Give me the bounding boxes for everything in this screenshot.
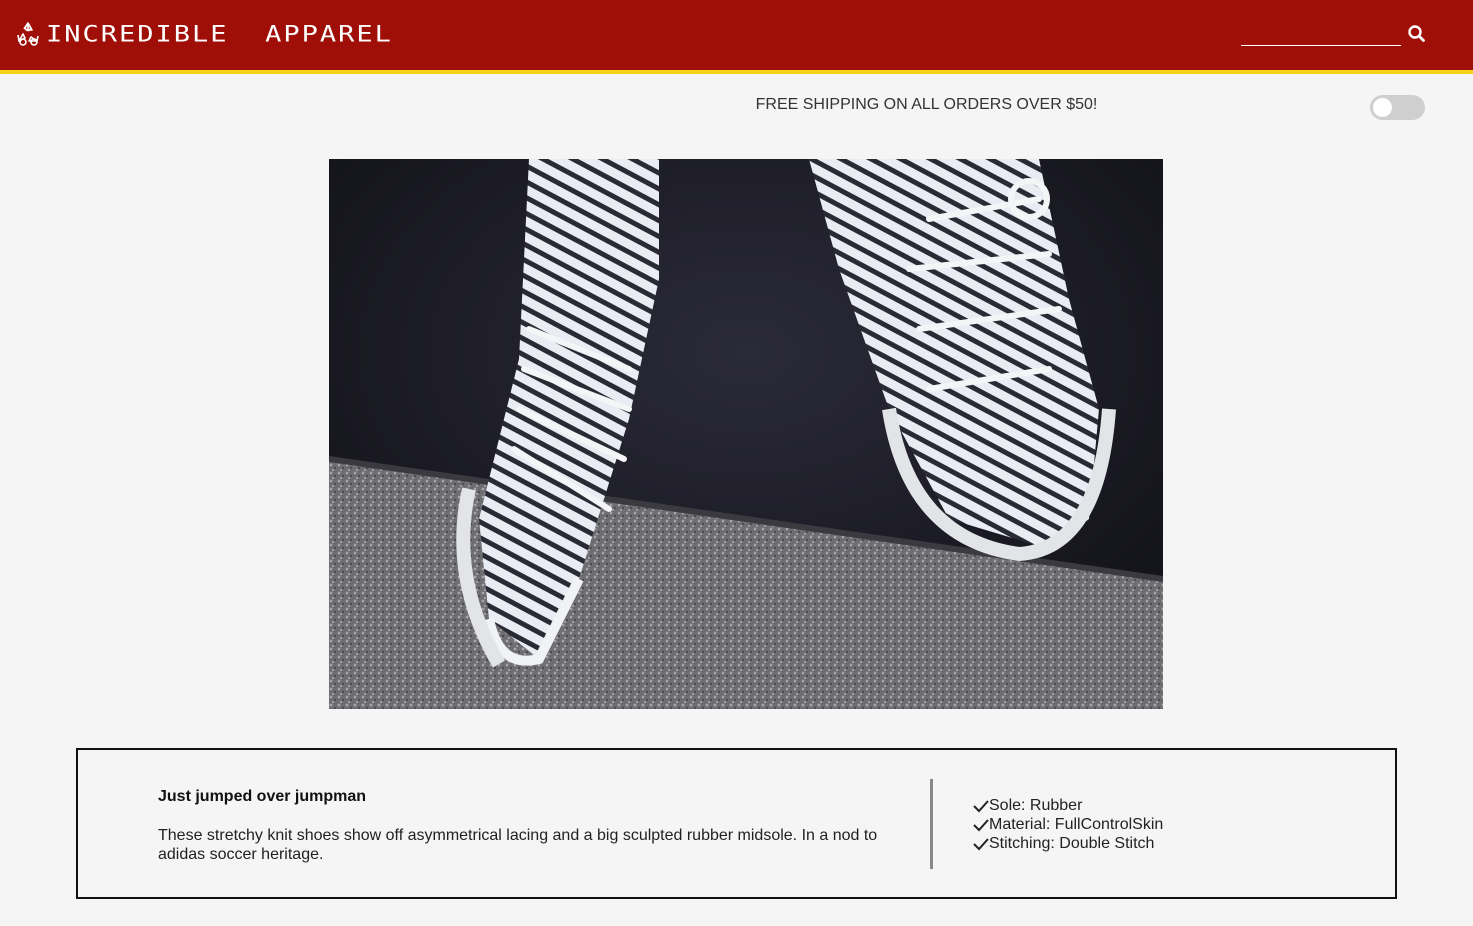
check-icon xyxy=(973,799,989,812)
brand-name: INCREDIBLE APPAREL xyxy=(46,21,393,47)
product-description: These stretchy knit shoes show off asymm… xyxy=(158,827,878,863)
toggle-knob xyxy=(1373,98,1392,117)
details-divider xyxy=(930,779,933,869)
product-specs-list: Sole: Rubber Material: FullControlSkin S… xyxy=(973,796,1163,853)
product-description-block: Just jumped over jumpman These stretchy … xyxy=(158,788,898,864)
theme-toggle[interactable] xyxy=(1370,95,1425,120)
check-icon xyxy=(973,837,989,850)
product-hero-image xyxy=(329,159,1163,709)
spec-text: Stitching: Double Stitch xyxy=(989,835,1155,852)
product-details-panel: Just jumped over jumpman These stretchy … xyxy=(76,748,1397,899)
product-title: Just jumped over jumpman xyxy=(158,788,367,805)
spec-text: Sole: Rubber xyxy=(989,797,1083,814)
spec-text: Material: FullControlSkin xyxy=(989,816,1164,833)
site-header: INCREDIBLE APPAREL xyxy=(0,0,1473,74)
search-input[interactable] xyxy=(1241,22,1401,46)
sneaker-photo xyxy=(329,159,1163,709)
spec-item: Material: FullControlSkin xyxy=(973,815,1163,834)
brand-logo-link[interactable]: INCREDIBLE APPAREL xyxy=(14,18,393,50)
free-shipping-banner: FREE SHIPPING ON ALL ORDERS OVER $50! xyxy=(755,96,1098,113)
recycle-logo-icon xyxy=(17,22,39,46)
check-icon xyxy=(973,818,989,831)
spec-item: Stitching: Double Stitch xyxy=(973,834,1163,853)
spec-item: Sole: Rubber xyxy=(973,796,1163,815)
search-icon xyxy=(1408,25,1425,42)
search-button[interactable] xyxy=(1405,22,1429,46)
